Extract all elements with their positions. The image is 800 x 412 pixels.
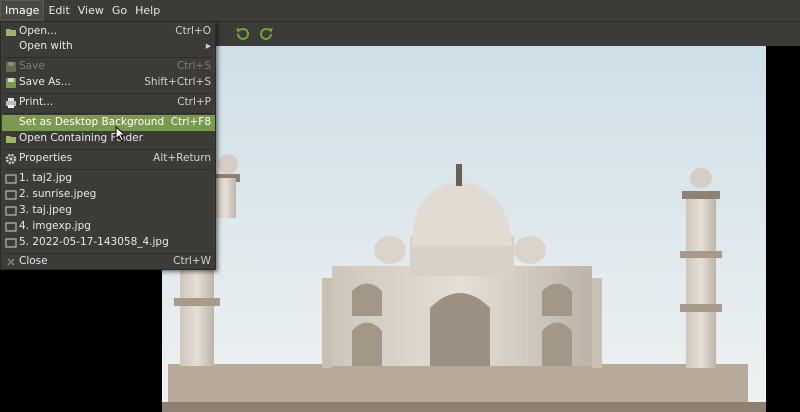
menu-bar: Image Edit View Go Help: [0, 0, 800, 22]
image-file-icon: [5, 221, 17, 233]
recent-file-item[interactable]: 3. taj.jpeg: [2, 203, 215, 219]
menu-view[interactable]: View: [74, 0, 108, 21]
menu-item-open-containing-folder[interactable]: Open Containing Folder: [2, 131, 215, 147]
image-file-icon: [5, 189, 17, 201]
displayed-photo: [162, 46, 766, 412]
menu-help[interactable]: Help: [131, 0, 164, 21]
menu-item-save[interactable]: Save Ctrl+S: [2, 59, 215, 75]
printer-icon: [5, 97, 17, 109]
image-menu: Open... Ctrl+O Open with ▸ Save Ctrl+S S…: [0, 21, 216, 270]
image-file-icon: [5, 237, 17, 249]
close-icon: [5, 256, 17, 268]
gear-icon: [5, 153, 17, 165]
recent-file-item[interactable]: 1. taj2.jpg: [2, 171, 215, 187]
menu-separator: [4, 149, 212, 150]
menu-item-print[interactable]: Print... Ctrl+P: [2, 95, 215, 111]
menu-edit[interactable]: Edit: [44, 0, 73, 21]
rotate-left-button[interactable]: [233, 25, 251, 43]
rotate-right-button[interactable]: [258, 25, 276, 43]
recent-file-item[interactable]: 5. 2022-05-17-143058_4.jpg: [2, 235, 215, 251]
recent-file-item[interactable]: 4. imgexp.jpg: [2, 219, 215, 235]
mouse-cursor-icon: [115, 126, 127, 142]
menu-go[interactable]: Go: [108, 0, 131, 21]
menu-item-properties[interactable]: Properties Alt+Return: [2, 151, 215, 167]
menu-separator: [4, 169, 212, 170]
save-as-icon: [5, 77, 17, 89]
menu-item-open[interactable]: Open... Ctrl+O: [2, 24, 215, 40]
menu-item-open-with[interactable]: Open with ▸: [2, 39, 215, 55]
rotate-left-icon: [236, 28, 249, 40]
save-icon: [5, 61, 17, 73]
menu-image[interactable]: Image: [0, 0, 45, 21]
submenu-arrow-icon: ▸: [205, 40, 211, 52]
menu-item-save-as[interactable]: Save As... Shift+Ctrl+S: [2, 75, 215, 91]
menu-separator: [4, 113, 212, 114]
folder-icon: [5, 133, 17, 145]
menu-separator: [4, 93, 212, 94]
rotate-right-icon: [260, 28, 273, 40]
image-file-icon: [5, 205, 17, 217]
menu-item-close[interactable]: Close Ctrl+W: [2, 254, 215, 270]
menu-item-set-desktop-background[interactable]: Set as Desktop Background Ctrl+F8: [2, 115, 215, 131]
recent-file-item[interactable]: 2. sunrise.jpeg: [2, 187, 215, 203]
folder-open-icon: [5, 26, 17, 38]
image-file-icon: [5, 173, 17, 185]
menu-separator: [4, 57, 212, 58]
